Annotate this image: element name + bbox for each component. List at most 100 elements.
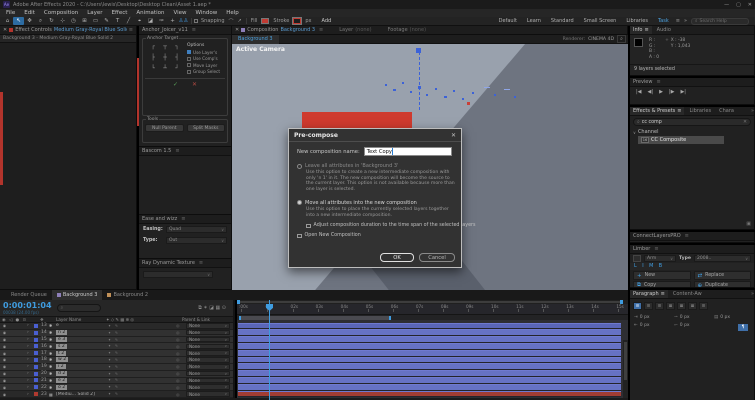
layer-label-chip[interactable] xyxy=(34,378,38,383)
paragraph-tab[interactable]: Paragraph ≡ xyxy=(630,290,668,298)
workspace-menu-icon[interactable]: ≡ xyxy=(676,18,680,24)
playhead-line[interactable] xyxy=(269,300,270,400)
limber-button[interactable]: ⧉ Copy xyxy=(633,281,691,287)
move-attributes-radio-row[interactable]: Move all attributes into the new composi… xyxy=(297,200,453,206)
panel-menu-icon[interactable]: ≡ xyxy=(661,291,665,297)
anchor-position-button[interactable]: ┤ xyxy=(171,54,183,65)
paragraph-field[interactable]: ⇀ 0 px xyxy=(674,315,710,320)
layer-label-chip[interactable] xyxy=(34,351,38,356)
stroke-color-swatch[interactable] xyxy=(292,17,303,25)
effects-switch-icon[interactable]: ✎ xyxy=(115,365,118,369)
expand-arrow-icon[interactable]: › xyxy=(27,357,29,362)
layer-row[interactable]: ◉ › 15 ✱ e 3 ✦ ✎ ◎ None ∨ xyxy=(0,336,233,344)
layer-name[interactable]: s 2 xyxy=(56,343,67,349)
layer-switches[interactable]: ✦ ✎ xyxy=(108,344,118,348)
time-ruler[interactable]: :00s01s02s03s04s05s06s07s08s09s10s11s12s… xyxy=(237,304,628,315)
expand-arrow-icon[interactable]: › xyxy=(27,392,29,397)
script-button[interactable]: Null Parent xyxy=(145,124,184,132)
anchor-position-button[interactable]: ├ xyxy=(147,54,159,65)
panel-menu-icon[interactable]: ≡ xyxy=(129,27,133,33)
layer-label-chip[interactable] xyxy=(34,392,38,397)
layer-duration-bar[interactable] xyxy=(238,342,621,350)
layer-row[interactable]: ◉ › 13 ✱ e ✦ ✎ ◎ None ∨ xyxy=(0,323,233,330)
effects-switch-icon[interactable]: ✎ xyxy=(115,378,118,382)
layer-name[interactable]: e 2 xyxy=(56,377,68,383)
new-folder-icon[interactable]: ▣ xyxy=(746,221,751,227)
effects-switch-icon[interactable]: ✎ xyxy=(115,338,118,342)
expand-arrow-icon[interactable]: › xyxy=(27,337,29,342)
tool-button[interactable]: ✥ xyxy=(24,17,35,25)
checkbox[interactable] xyxy=(187,50,191,54)
layer-label-chip[interactable] xyxy=(34,323,38,328)
panel-menu-icon[interactable]: ≡ xyxy=(199,260,203,266)
layer-switches[interactable]: ✦ ✎ xyxy=(108,358,118,362)
timeline-track-area[interactable]: :00s01s02s03s04s05s06s07s08s09s10s11s12s… xyxy=(237,300,628,400)
layer-switches[interactable]: ✦ ✎ xyxy=(108,378,118,382)
libraries-tab[interactable]: Libraries xyxy=(686,107,714,115)
character-tab[interactable]: Chara xyxy=(716,107,737,115)
cancel-button[interactable]: Cancel xyxy=(419,253,455,262)
visibility-toggle-icon[interactable]: ◉ xyxy=(0,330,9,335)
layer-row[interactable]: ◉ › 19 ✱ i 2 ✦ ✎ ◎ None ∨ xyxy=(0,363,233,371)
timeline-tab[interactable]: Background 2 xyxy=(102,290,153,300)
fill-color-swatch[interactable] xyxy=(261,18,270,24)
tab-overflow-icon[interactable]: » xyxy=(751,291,754,297)
layer-row[interactable]: ◉ › 20 ✱ d 2 ✦ ✎ ◎ None ∨ xyxy=(0,370,233,378)
visibility-toggle-icon[interactable]: ◉ xyxy=(0,357,9,362)
layer-duration-bar[interactable] xyxy=(238,356,621,364)
limb-thumbnail-icon[interactable] xyxy=(633,255,641,262)
renderer-search-icon[interactable]: ⌕ xyxy=(617,35,626,43)
layer-duration-bar[interactable] xyxy=(238,349,621,357)
tool-button[interactable]: ⊞ xyxy=(79,17,90,25)
anchor-position-button[interactable]: ┬ xyxy=(159,43,171,54)
align-button[interactable]: ≡ xyxy=(644,302,653,310)
parent-dropdown[interactable]: None ∨ xyxy=(186,370,230,377)
menu-item[interactable]: Layer xyxy=(87,10,102,16)
close-tab-icon[interactable]: ✕ xyxy=(235,27,239,33)
parent-dropdown[interactable]: None ∨ xyxy=(186,343,230,350)
parent-dropdown[interactable]: None ∨ xyxy=(186,391,230,397)
layer-duration-bar[interactable] xyxy=(238,377,621,384)
layer-label-chip[interactable] xyxy=(34,371,38,376)
tool-button[interactable]: ◪ xyxy=(145,17,156,25)
quality-switch-icon[interactable]: ✦ xyxy=(108,378,111,382)
effects-switch-icon[interactable]: ✎ xyxy=(115,351,118,355)
layer-switches[interactable]: ✦ ✎ xyxy=(108,331,118,335)
parent-pickwhip-icon[interactable]: ◎ xyxy=(176,344,180,349)
scroll-cap[interactable] xyxy=(237,300,240,304)
expand-arrow-icon[interactable]: › xyxy=(27,330,29,335)
tool-button[interactable]: ▭ xyxy=(90,17,101,25)
timeline-tab[interactable]: Background 3 xyxy=(51,290,103,300)
anchor-option-row[interactable]: Group Select xyxy=(187,69,220,74)
parent-pickwhip-icon[interactable]: ◎ xyxy=(176,385,180,390)
tool-button[interactable]: ✑ xyxy=(156,17,167,25)
expand-arrow-icon[interactable]: › xyxy=(27,323,29,328)
panel-menu-icon[interactable]: ≡ xyxy=(677,108,681,114)
effects-switch-icon[interactable]: ✎ xyxy=(115,324,118,328)
paragraph-field[interactable]: ⇥ 0 px xyxy=(634,315,670,320)
parent-dropdown[interactable]: None ∨ xyxy=(186,357,230,363)
expand-arrow-icon[interactable]: › xyxy=(27,371,29,376)
workspace-tab[interactable]: Standard xyxy=(551,18,574,24)
expand-arrow-icon[interactable]: › xyxy=(27,385,29,390)
visibility-toggle-icon[interactable]: ◉ xyxy=(0,378,9,383)
timeline-vertical-scrollbar[interactable] xyxy=(623,340,628,400)
parent-pickwhip-icon[interactable]: ◎ xyxy=(176,392,180,397)
tool-button[interactable]: ✎ xyxy=(101,17,112,25)
visibility-toggle-icon[interactable]: ◉ xyxy=(0,385,9,390)
parent-pickwhip-icon[interactable]: ◎ xyxy=(176,337,180,342)
tool-button[interactable]: ↻ xyxy=(46,17,57,25)
menu-item[interactable]: View xyxy=(173,10,186,16)
quality-switch-icon[interactable]: ✦ xyxy=(108,331,111,335)
expand-arrow-icon[interactable]: › xyxy=(27,344,29,349)
timeline-tab[interactable]: Render Queue xyxy=(0,290,52,300)
quality-switch-icon[interactable]: ✦ xyxy=(108,324,111,328)
radio-selected[interactable] xyxy=(297,200,302,206)
layer-row[interactable]: ◉ › 16 ✱ s 2 ✦ ✎ ◎ None ∨ xyxy=(0,343,233,351)
parent-dropdown[interactable]: None ∨ xyxy=(186,329,230,336)
timeline-search-field[interactable]: ⌕ xyxy=(56,304,101,312)
layer-duration-bar[interactable] xyxy=(238,336,621,343)
tool-button[interactable]: + xyxy=(167,17,178,25)
renderer-value[interactable]: CINEMA 4D xyxy=(588,37,614,42)
content-aware-tab[interactable]: Content-Aw xyxy=(670,290,705,298)
